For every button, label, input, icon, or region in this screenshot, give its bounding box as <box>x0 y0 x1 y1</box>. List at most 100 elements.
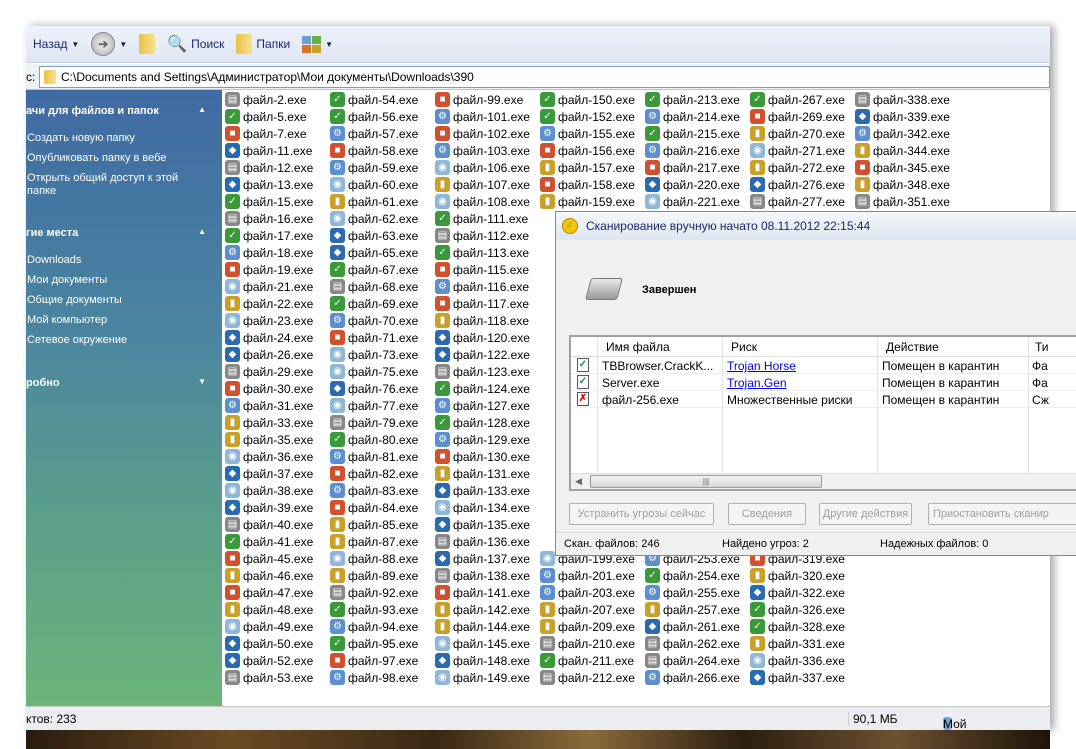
file-item[interactable]: ■ файл-45.exe <box>225 550 313 567</box>
file-item[interactable]: ◆ файл-122.exe <box>435 346 530 363</box>
file-item[interactable]: ■ файл-217.exe <box>645 159 740 176</box>
file-item[interactable]: ▮ файл-118.exe <box>435 312 529 329</box>
file-item[interactable]: ◆ файл-133.exe <box>435 482 530 499</box>
file-item[interactable]: ◆ файл-37.exe <box>225 465 313 482</box>
file-item[interactable]: ⚙ файл-70.exe <box>330 312 418 329</box>
file-item[interactable]: ▤ файл-68.exe <box>330 278 418 295</box>
file-item[interactable]: ◆ файл-24.exe <box>225 329 313 346</box>
cell-risk[interactable]: Trojan Horse <box>727 359 796 373</box>
file-item[interactable]: ◆ файл-13.exe <box>225 176 313 193</box>
file-item[interactable]: ✓ файл-93.exe <box>330 601 418 618</box>
task-new-folder[interactable]: Создать новую папку <box>27 132 192 145</box>
file-item[interactable]: ▮ файл-144.exe <box>435 618 530 635</box>
file-item[interactable]: ✓ файл-80.exe <box>330 431 418 448</box>
file-item[interactable]: ◉ файл-73.exe <box>330 346 418 363</box>
file-item[interactable]: ✓ файл-326.exe <box>750 601 845 618</box>
file-item[interactable]: ◆ файл-120.exe <box>435 329 530 346</box>
file-item[interactable]: ■ файл-130.exe <box>435 448 530 465</box>
file-item[interactable]: ▮ файл-331.exe <box>750 635 845 652</box>
file-item[interactable]: ▮ файл-46.exe <box>225 567 313 584</box>
collapse-icon[interactable]: ▲ <box>198 105 206 117</box>
file-item[interactable]: ◉ файл-77.exe <box>330 397 418 414</box>
file-item[interactable]: ▮ файл-159.exe <box>540 193 635 210</box>
file-item[interactable]: ◉ файл-145.exe <box>435 635 530 652</box>
file-item[interactable]: ■ файл-30.exe <box>225 380 313 397</box>
file-item[interactable]: ▮ файл-257.exe <box>645 601 740 618</box>
file-item[interactable]: ⚙ файл-59.exe <box>330 159 418 176</box>
file-item[interactable]: ◉ файл-62.exe <box>330 210 418 227</box>
details-header[interactable]: робно ▼ <box>26 377 206 389</box>
file-item[interactable]: ✓ файл-69.exe <box>330 295 418 312</box>
header-type[interactable]: Ти <box>1035 340 1049 354</box>
file-item[interactable]: ◉ файл-21.exe <box>225 278 313 295</box>
file-item[interactable]: ▮ файл-33.exe <box>225 414 313 431</box>
details-button[interactable]: Сведения <box>728 503 806 525</box>
file-item[interactable]: ■ файл-156.exe <box>540 142 635 159</box>
file-item[interactable]: ◆ файл-52.exe <box>225 652 313 669</box>
file-item[interactable]: ⚙ файл-18.exe <box>225 244 313 261</box>
views-button[interactable]: ▼ <box>299 34 336 55</box>
file-item[interactable]: ■ файл-102.exe <box>435 125 530 142</box>
file-item[interactable]: ⚙ файл-94.exe <box>330 618 418 635</box>
place-shared-documents[interactable]: Общие документы <box>27 294 192 307</box>
file-item[interactable]: ▤ файл-92.exe <box>330 584 418 601</box>
file-item[interactable]: ■ файл-158.exe <box>540 176 635 193</box>
file-item[interactable]: ◉ файл-23.exe <box>225 312 313 329</box>
file-item[interactable]: ▮ файл-61.exe <box>330 193 418 210</box>
table-row[interactable]: ✓ Server.exe Trojan.Gen Помещен в карантин Ф… <box>571 374 1076 391</box>
file-item[interactable]: ◉ файл-108.exe <box>435 193 530 210</box>
file-item[interactable]: ▤ файл-29.exe <box>225 363 313 380</box>
file-item[interactable]: ▮ файл-272.exe <box>750 159 845 176</box>
file-item[interactable]: ■ файл-19.exe <box>225 261 313 278</box>
table-row[interactable]: ✓ TBBrowser.CrackK... Trojan Horse Помещен … <box>571 357 1076 374</box>
file-item[interactable]: ◉ файл-75.exe <box>330 363 418 380</box>
back-button[interactable]: Назад ▼ <box>30 35 82 53</box>
file-item[interactable]: ◉ файл-106.exe <box>435 159 530 176</box>
file-item[interactable]: ◉ файл-336.exe <box>750 652 845 669</box>
file-item[interactable]: ✓ файл-128.exe <box>435 414 530 431</box>
file-item[interactable]: ▤ файл-212.exe <box>540 669 635 686</box>
file-item[interactable]: ■ файл-84.exe <box>330 499 418 516</box>
file-item[interactable]: ▮ файл-270.exe <box>750 125 845 142</box>
place-my-documents[interactable]: Мои документы <box>27 274 192 287</box>
file-item[interactable]: ✓ файл-150.exe <box>540 91 635 108</box>
place-network[interactable]: Сетевое окружение <box>27 334 192 347</box>
file-item[interactable]: ✓ файл-211.exe <box>540 652 634 669</box>
file-item[interactable]: ⚙ файл-83.exe <box>330 482 418 499</box>
file-item[interactable]: ✓ файл-215.exe <box>645 125 740 142</box>
file-item[interactable]: ◆ файл-26.exe <box>225 346 313 363</box>
file-item[interactable]: ✓ файл-17.exe <box>225 227 313 244</box>
file-item[interactable]: ◉ файл-149.exe <box>435 669 530 686</box>
file-item[interactable]: ◆ файл-39.exe <box>225 499 313 516</box>
other-places-header[interactable]: гие места ▲ <box>26 227 206 239</box>
file-item[interactable]: ⚙ файл-127.exe <box>435 397 530 414</box>
chevron-down-icon[interactable]: ▼ <box>71 40 79 49</box>
file-item[interactable]: ▤ файл-351.exe <box>855 193 950 210</box>
file-item[interactable]: ⚙ файл-216.exe <box>645 142 740 159</box>
file-item[interactable]: ✓ файл-213.exe <box>645 91 740 108</box>
file-item[interactable]: ✓ файл-152.exe <box>540 108 635 125</box>
file-item[interactable]: ◆ файл-135.exe <box>435 516 530 533</box>
file-item[interactable]: ⚙ файл-214.exe <box>645 108 740 125</box>
file-item[interactable]: ✓ файл-67.exe <box>330 261 418 278</box>
file-item[interactable]: ◆ файл-220.exe <box>645 176 740 193</box>
search-button[interactable]: 🔍 Поиск <box>164 32 227 56</box>
other-actions-button[interactable]: Другие действия <box>819 503 912 525</box>
folders-button[interactable]: Папки <box>233 32 293 56</box>
file-item[interactable]: ■ файл-99.exe <box>435 91 523 108</box>
file-item[interactable]: ◆ файл-322.exe <box>750 584 845 601</box>
file-item[interactable]: ▮ файл-344.exe <box>855 142 950 159</box>
file-item[interactable]: ▤ файл-123.exe <box>435 363 530 380</box>
cell-risk[interactable]: Trojan.Gen <box>727 376 787 390</box>
file-item[interactable]: ⚙ файл-342.exe <box>855 125 950 142</box>
file-item[interactable]: ▮ файл-35.exe <box>225 431 313 448</box>
pause-scan-button[interactable]: Приостановить сканир <box>928 503 1076 525</box>
dialog-titlebar[interactable]: ✓ Сканирование вручную начато 08.11.2012 … <box>556 212 1076 240</box>
file-item[interactable]: ■ файл-82.exe <box>330 465 418 482</box>
file-item[interactable]: ▤ файл-40.exe <box>225 516 313 533</box>
scroll-left-icon[interactable]: ◀ <box>575 476 582 487</box>
file-item[interactable]: ■ файл-71.exe <box>330 329 418 346</box>
file-item[interactable]: ⚙ файл-101.exe <box>435 108 530 125</box>
file-item[interactable]: ⚙ файл-98.exe <box>330 669 418 686</box>
file-item[interactable]: ◆ файл-276.exe <box>750 176 845 193</box>
